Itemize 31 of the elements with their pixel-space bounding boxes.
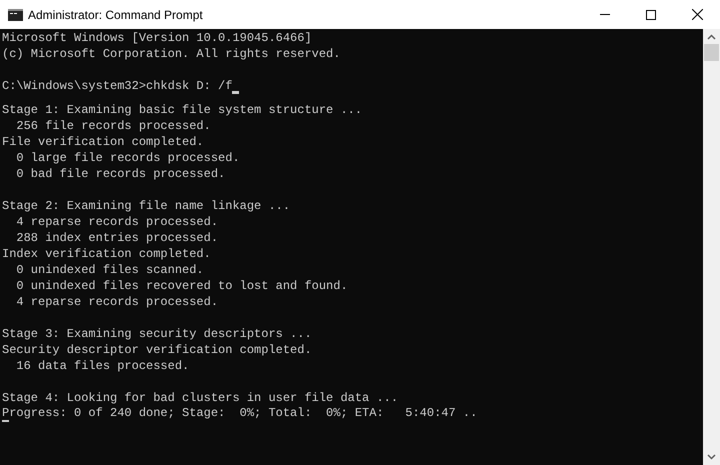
minimize-icon <box>600 14 610 15</box>
console-line: 4 reparse records processed. <box>15 295 218 309</box>
scrollbar-thumb[interactable] <box>704 44 719 61</box>
console-line: Stage 1: Examining basic file system structure ... <box>2 103 362 117</box>
console-line: 0 bad file records processed. <box>15 167 226 181</box>
scrollbar[interactable] <box>703 29 720 465</box>
scroll-up-icon[interactable] <box>707 34 716 40</box>
terminal-icon <box>8 8 23 20</box>
console-line: Progress: 0 of 240 done; Stage: 0%; Total: 0%; ETA: 5:40:47 .. <box>2 406 478 420</box>
scroll-down-icon[interactable] <box>707 454 716 460</box>
console-line: 256 file records processed. <box>15 119 211 133</box>
console-line: 0 unindexed files scanned. <box>15 263 204 277</box>
console-line: Index verification completed. <box>2 247 211 261</box>
window-title: Administrator: Command Prompt <box>28 6 203 24</box>
console-line: 288 index entries processed. <box>15 231 218 245</box>
console-line: Stage 4: Looking for bad clusters in user file data ... <box>2 391 398 405</box>
console-line: (c) Microsoft Corporation. All rights reserved. <box>2 47 340 61</box>
console-line: Stage 2: Examining file name linkage ... <box>2 199 290 213</box>
console-line: Microsoft Windows [Version 10.0.19045.6466] <box>2 31 312 45</box>
console-line: Stage 3: Examining security descriptors ... <box>2 327 312 341</box>
console-line: 0 large file records processed. <box>15 151 240 165</box>
console-line: 0 unindexed files recovered to lost and found. <box>15 279 348 293</box>
console-line: File verification completed. <box>2 135 204 149</box>
cursor <box>2 420 9 422</box>
maximize-icon <box>646 10 656 20</box>
close-icon <box>692 9 702 20</box>
cursor <box>232 91 240 94</box>
console-line: Security descriptor verification completed. <box>2 343 312 357</box>
command-line: C:\Windows\system32>chkdsk D: /f <box>2 78 232 94</box>
console-line: 16 data files processed. <box>15 359 190 373</box>
console-line: 4 reparse records processed. <box>15 215 218 229</box>
